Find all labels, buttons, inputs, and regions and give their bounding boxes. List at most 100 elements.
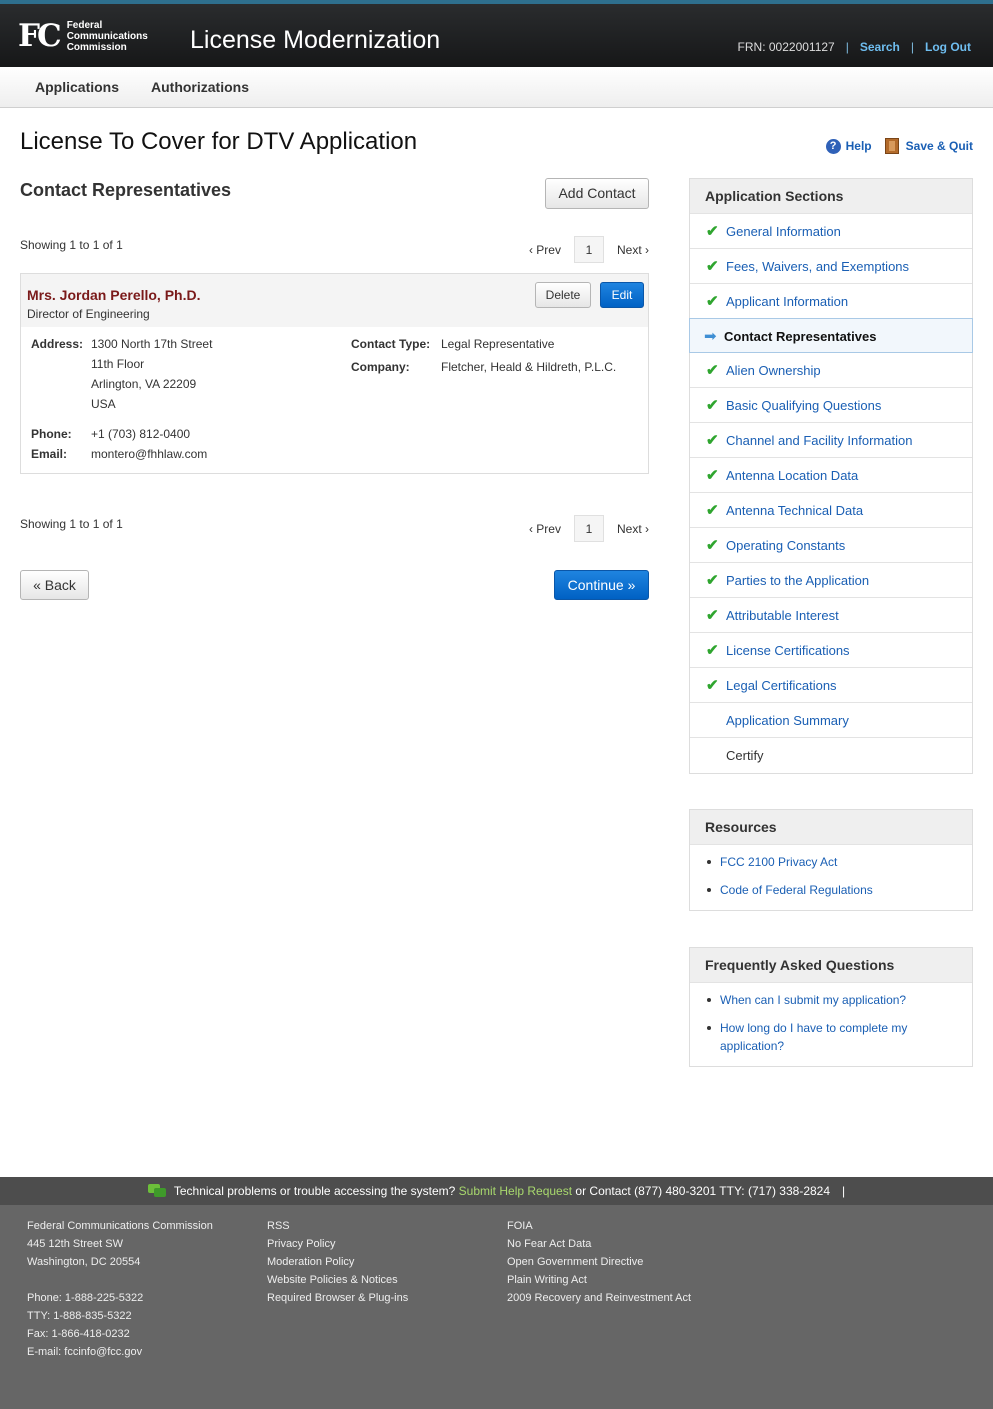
panel-title: Application Sections — [690, 179, 972, 214]
section-item[interactable]: ➡ Contact Representatives — [689, 318, 973, 353]
next-page-link[interactable]: Next › — [617, 243, 649, 257]
page-number[interactable]: 1 — [573, 515, 604, 542]
company-label: Company: — [351, 360, 410, 374]
current-arrow-icon: ➡ — [704, 328, 717, 345]
email-value: montero@fhhlaw.com — [91, 447, 208, 461]
section-item[interactable]: ✔ License Certifications — [690, 633, 972, 668]
section-item[interactable]: Application Summary — [690, 703, 972, 738]
faq-link[interactable]: When can I submit my application? — [690, 991, 972, 1009]
section-item[interactable]: ✔ Fees, Waivers, and Exemptions — [690, 249, 972, 284]
resource-link[interactable]: Code of Federal Regulations — [690, 881, 972, 899]
footer-link[interactable]: Moderation Policy — [267, 1253, 408, 1271]
checkmark-icon: ✔ — [706, 293, 719, 310]
section-item[interactable]: ✔ Antenna Location Data — [690, 458, 972, 493]
resource-link[interactable]: FCC 2100 Privacy Act — [690, 853, 972, 871]
footer-link[interactable]: Privacy Policy — [267, 1235, 408, 1253]
section-item-label: Antenna Location Data — [726, 468, 859, 483]
footer-link[interactable]: 2009 Recovery and Reinvestment Act — [507, 1289, 691, 1307]
section-item-label: Fees, Waivers, and Exemptions — [726, 259, 910, 274]
footer-link[interactable]: FOIA — [507, 1217, 691, 1235]
section-item-label: Contact Representatives — [724, 329, 877, 344]
section-item[interactable]: ✔ Attributable Interest — [690, 598, 972, 633]
footer-link[interactable]: Website Policies & Notices — [267, 1271, 408, 1289]
contact-type-label: Contact Type: — [351, 337, 431, 351]
footer-link[interactable]: Open Government Directive — [507, 1253, 691, 1271]
address-line: USA — [91, 397, 116, 411]
resources-panel: Resources FCC 2100 Privacy Act Code of F… — [689, 809, 973, 911]
application-sections-panel: Application Sections ✔ General Informatio… — [689, 178, 973, 774]
section-item-label: Certify — [726, 748, 764, 763]
fcc-logo-text: Federal Communications Commission — [67, 20, 148, 53]
next-page-link[interactable]: Next › — [617, 522, 649, 536]
page-tools: ? Help Save & Quit — [825, 138, 973, 154]
checkmark-icon: ✔ — [706, 432, 719, 449]
header-user-links: FRN: 0022001127 | Search | Log Out — [738, 40, 971, 54]
section-item[interactable]: ✔ Alien Ownership — [690, 353, 972, 388]
footer-spacer — [27, 1271, 213, 1289]
delete-contact-button[interactable]: Delete — [535, 282, 591, 308]
section-item-label: Applicant Information — [726, 294, 849, 309]
logo-line: Federal — [66, 20, 103, 31]
submit-help-request-link[interactable]: Submit Help Request — [459, 1184, 572, 1198]
prev-page-link[interactable]: ‹ Prev — [529, 522, 561, 536]
footer-links-column: RSS Privacy Policy Moderation Policy Web… — [267, 1217, 408, 1307]
section-item[interactable]: ✔ Antenna Technical Data — [690, 493, 972, 528]
edit-contact-button[interactable]: Edit — [600, 282, 644, 308]
section-item-label: Application Summary — [726, 713, 849, 728]
section-item-label: Basic Qualifying Questions — [726, 398, 882, 413]
help-link[interactable]: Help — [846, 139, 872, 153]
checkmark-icon: ✔ — [706, 223, 719, 240]
footer-link[interactable]: Required Browser & Plug-ins — [267, 1289, 408, 1307]
section-item[interactable]: Certify — [690, 738, 972, 773]
section-item[interactable]: ✔ Legal Certifications — [690, 668, 972, 703]
footer-text: 445 12th Street SW — [27, 1238, 123, 1250]
footer-contact-column: Federal Communications Commission 445 12… — [27, 1217, 213, 1361]
section-item[interactable]: ✔ General Information — [690, 214, 972, 249]
footer-text: TTY: 1-888-835-5322 — [27, 1310, 132, 1322]
checkmark-icon: ✔ — [706, 607, 719, 624]
save-quit-link[interactable]: Save & Quit — [906, 139, 973, 153]
frn-number: FRN: 0022001127 — [737, 40, 835, 54]
fcc-logo-mark: FC — [18, 18, 62, 54]
nav-applications[interactable]: Applications — [35, 79, 119, 95]
chat-icon — [147, 1184, 166, 1198]
continue-button[interactable]: Continue » — [554, 570, 649, 600]
prev-page-link[interactable]: ‹ Prev — [529, 243, 561, 257]
section-item[interactable]: ✔ Applicant Information — [690, 284, 972, 319]
save-quit-icon[interactable] — [884, 138, 899, 154]
add-contact-button[interactable]: Add Contact — [545, 178, 649, 209]
separator: | — [910, 40, 915, 54]
checkmark-icon: ✔ — [706, 572, 719, 589]
footer-link[interactable]: Plain Writing Act — [507, 1271, 691, 1289]
section-item-label: Attributable Interest — [726, 608, 839, 623]
address-label: Address: — [31, 337, 84, 351]
footer-link[interactable]: RSS — [267, 1217, 408, 1235]
logout-link[interactable]: Log Out — [925, 40, 971, 54]
contact-role: Director of Engineering — [27, 307, 150, 321]
footer-link[interactable]: No Fear Act Data — [507, 1235, 691, 1253]
nav-authorizations[interactable]: Authorizations — [151, 79, 249, 95]
section-item-label: Parties to the Application — [726, 573, 870, 588]
section-item[interactable]: ✔ Operating Constants — [690, 528, 972, 563]
email-label: Email: — [31, 447, 68, 461]
search-link[interactable]: Search — [860, 40, 900, 54]
phone-label: Phone: — [31, 427, 72, 441]
section-item[interactable]: ✔ Parties to the Application — [690, 563, 972, 598]
panel-title: Frequently Asked Questions — [690, 948, 972, 983]
page-number[interactable]: 1 — [573, 236, 604, 263]
fcc-logo[interactable]: FC Federal Communications Commission — [18, 20, 148, 53]
contact-type-value: Legal Representative — [441, 337, 555, 351]
help-icon[interactable]: ? — [825, 138, 841, 154]
checkmark-icon: ✔ — [706, 397, 719, 414]
footer-links-column: FOIA No Fear Act Data Open Government Di… — [507, 1217, 691, 1307]
section-item[interactable]: ✔ Channel and Facility Information — [690, 423, 972, 458]
checkmark-icon: ✔ — [706, 642, 719, 659]
footer-email[interactable]: E-mail: fccinfo@fcc.gov — [27, 1343, 213, 1361]
faq-link[interactable]: How long do I have to complete my applic… — [690, 1019, 920, 1055]
page-title: License To Cover for DTV Application — [20, 128, 418, 155]
section-item-label: License Certifications — [726, 643, 850, 658]
section-item[interactable]: ✔ Basic Qualifying Questions — [690, 388, 972, 423]
section-item-label: General Information — [726, 224, 841, 239]
back-button[interactable]: « Back — [20, 570, 89, 600]
checkmark-icon: ✔ — [706, 258, 719, 275]
